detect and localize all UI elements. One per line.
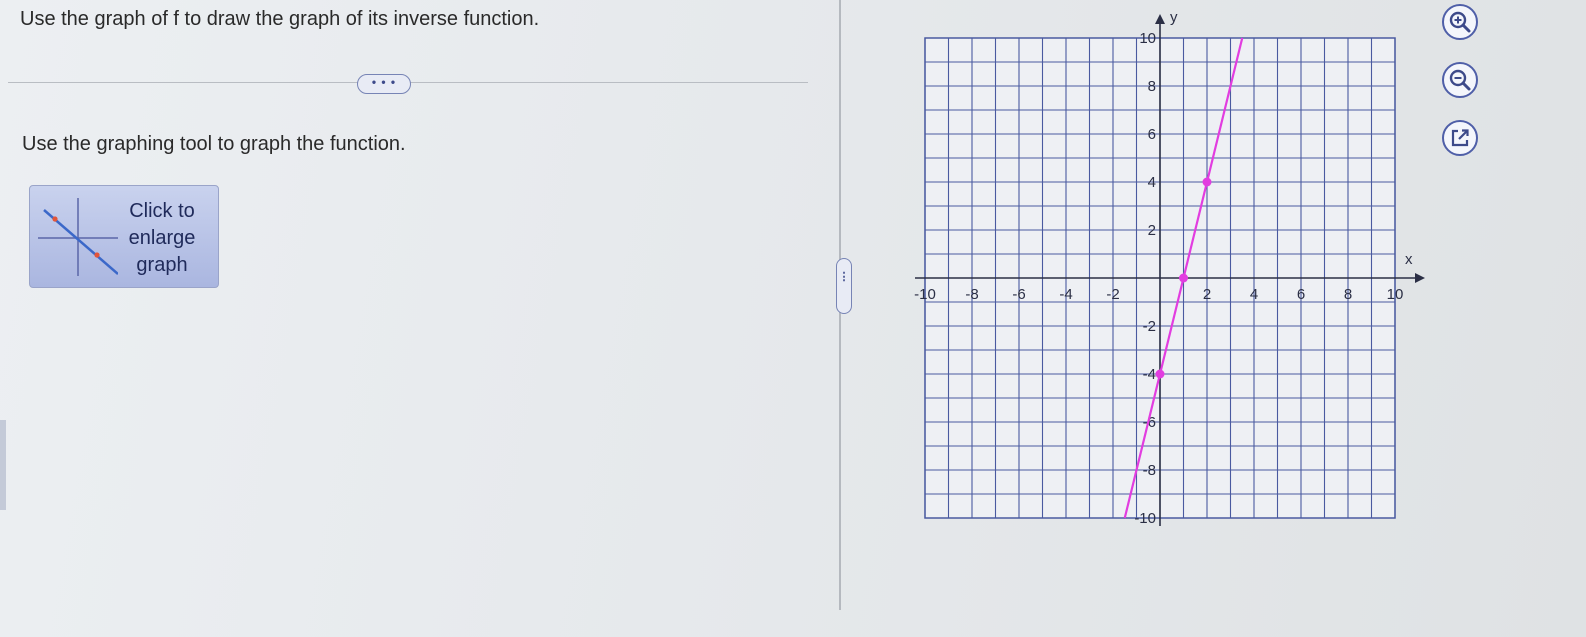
popout-button[interactable]	[1442, 120, 1478, 156]
x-tick-label: 4	[1250, 286, 1258, 303]
x-tick-label: 6	[1297, 286, 1305, 303]
coordinate-graph[interactable]: xy -10 -8 -6 -4 -2 2 4 6 8 10108642-2-4-6-8-10	[0, 0, 1586, 637]
y-tick-label: -8	[1143, 462, 1156, 479]
y-tick-label: -10	[1134, 510, 1156, 527]
function-point	[1202, 177, 1212, 187]
x-tick-label: 10	[1387, 286, 1404, 303]
zoom-in-button[interactable]	[1442, 4, 1478, 40]
y-tick-label: 6	[1148, 126, 1156, 143]
x-tick-label: -8	[965, 286, 978, 303]
x-tick-label: -6	[1012, 286, 1025, 303]
x-tick-label: 8	[1344, 286, 1352, 303]
x-axis-arrow	[1415, 273, 1425, 283]
y-axis-label: y	[1170, 9, 1178, 26]
y-tick-label: 8	[1148, 78, 1156, 95]
y-tick-label: 10	[1139, 30, 1156, 47]
zoom-out-icon	[1449, 69, 1471, 91]
x-tick-label: -10	[914, 286, 936, 303]
y-tick-label: 4	[1148, 174, 1156, 191]
zoom-in-icon	[1449, 11, 1471, 33]
x-axis-label: x	[1405, 251, 1413, 268]
y-axis-arrow	[1155, 14, 1165, 24]
zoom-out-button[interactable]	[1442, 62, 1478, 98]
y-tick-label: 2	[1148, 222, 1156, 239]
y-tick-label: -2	[1143, 318, 1156, 335]
function-point	[1179, 273, 1188, 283]
y-tick-label: -4	[1143, 366, 1156, 383]
x-tick-label: 2	[1203, 286, 1211, 303]
x-tick-label: -4	[1059, 286, 1072, 303]
function-point	[1155, 369, 1165, 379]
popout-icon	[1451, 129, 1469, 147]
x-tick-label: -2	[1106, 286, 1119, 303]
